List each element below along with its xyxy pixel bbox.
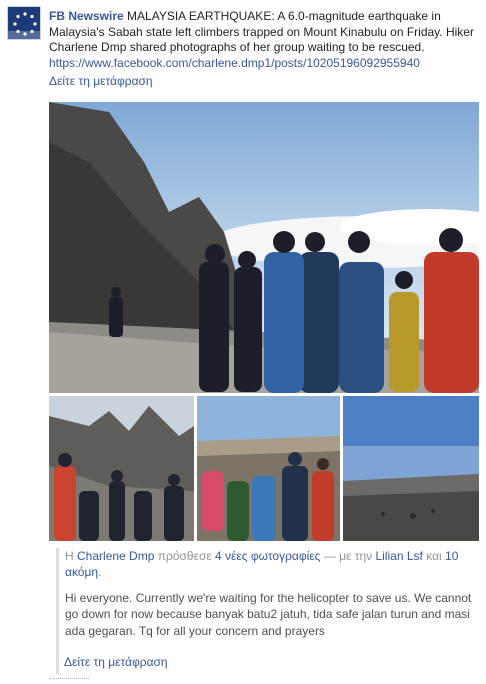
page-name-link[interactable]: FB Newswire <box>49 9 124 23</box>
news-feed-post: FB Newswire MALAYSIA EARTHQUAKE: A 6.0-m… <box>0 0 486 684</box>
page-avatar[interactable] <box>7 6 41 40</box>
shared-post: Η Charlene Dmp πρόσθεσε 4 νέες φωτογραφί… <box>56 548 479 674</box>
post-external-link[interactable]: https://www.facebook.com/charlene.dmp1/p… <box>49 56 479 72</box>
post-message: FB Newswire MALAYSIA EARTHQUAKE: A 6.0-m… <box>49 9 479 71</box>
shared-author-link[interactable]: Charlene Dmp <box>77 549 154 563</box>
fb-newswire-logo-icon <box>8 7 40 39</box>
attribution-with: — με την <box>323 549 373 563</box>
photo-thumbnail-3[interactable] <box>343 396 479 541</box>
shared-attribution: Η Charlene Dmp πρόσθεσε 4 νέες φωτογραφί… <box>65 548 473 580</box>
main-photo[interactable] <box>49 102 479 393</box>
photo-thumbnail-1[interactable] <box>49 396 194 541</box>
attribution-period: . <box>98 565 102 579</box>
see-translation-link[interactable]: Δείτε τη μετάφραση <box>49 74 153 88</box>
attribution-and: και <box>426 549 442 563</box>
attribution-verb: πρόσθεσε <box>157 549 212 563</box>
shared-see-translation-link[interactable]: Δείτε τη μετάφραση <box>64 655 168 669</box>
shared-quote: Hi everyone. Currently we're waiting for… <box>65 591 472 638</box>
new-photos-link[interactable]: 4 νέες φωτογραφίες <box>215 549 320 563</box>
cut-off-footer <box>49 678 89 684</box>
attribution-prefix: Η <box>65 549 74 563</box>
photo-thumbnail-2[interactable] <box>197 396 340 541</box>
tagged-user-link[interactable]: Lilian Lsf <box>376 549 423 563</box>
